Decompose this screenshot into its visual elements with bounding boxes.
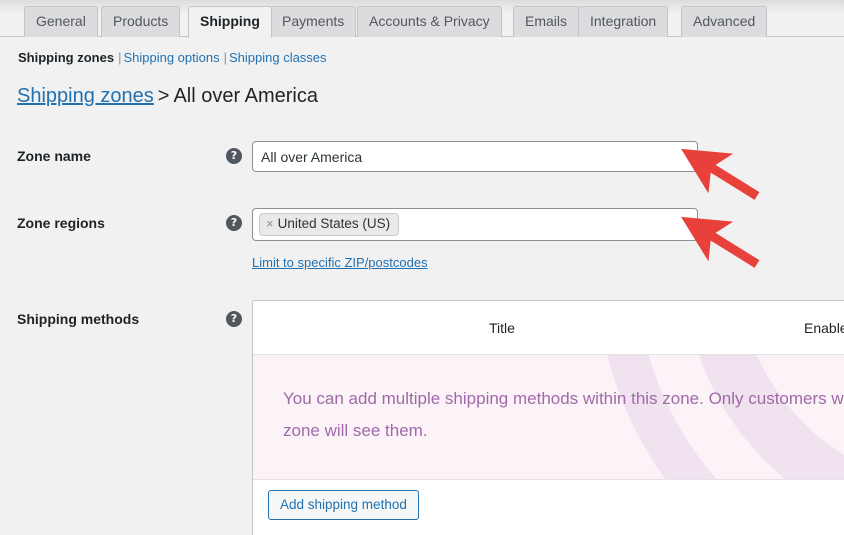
- zone-name-input[interactable]: [252, 141, 698, 172]
- settings-tab-bar: General Products Shipping Payments Accou…: [0, 0, 844, 38]
- tab-general[interactable]: General: [24, 6, 98, 37]
- column-header-enabled: Enabled: [804, 320, 844, 336]
- empty-notice-text: You can add multiple shipping methods wi…: [283, 389, 844, 440]
- tab-shipping[interactable]: Shipping: [188, 6, 272, 38]
- zone-name-help-icon[interactable]: ?: [226, 148, 242, 164]
- arrow-zone-name: [681, 148, 760, 200]
- subnav-item-shipping-zones[interactable]: Shipping zones: [18, 50, 114, 65]
- zone-regions-help-icon[interactable]: ?: [226, 215, 242, 231]
- tab-products[interactable]: Products: [101, 6, 181, 37]
- shipping-methods-label: Shipping methods: [17, 311, 140, 327]
- tab-accounts-privacy[interactable]: Accounts & Privacy: [357, 6, 502, 37]
- subnav-item-shipping-classes[interactable]: Shipping classes: [229, 50, 327, 65]
- shipping-methods-table: Title Enabled You can add multiple shipp…: [252, 300, 844, 535]
- region-tag-remove-icon[interactable]: ×: [266, 216, 274, 231]
- shipping-methods-table-header: Title Enabled: [253, 301, 844, 355]
- shipping-methods-table-footer: Add shipping method: [253, 480, 844, 535]
- column-header-title: Title: [489, 320, 515, 336]
- tab-emails[interactable]: Emails: [513, 6, 580, 37]
- subnav-separator-2: |: [223, 50, 227, 65]
- limit-zip-postcodes-link[interactable]: Limit to specific ZIP/postcodes: [252, 255, 428, 270]
- shipping-subnav: Shipping zones | Shipping options | Shipping…: [18, 50, 327, 65]
- region-tag-united-states[interactable]: × United States (US): [259, 213, 400, 236]
- arrow-zone-regions: [681, 216, 760, 268]
- woocommerce-shipping-zone-page: General Products Shipping Payments Accou…: [0, 0, 844, 535]
- region-tag-label: United States (US): [277, 216, 391, 231]
- subnav-item-shipping-options[interactable]: Shipping options: [123, 50, 219, 65]
- breadcrumb-link-shipping-zones[interactable]: Shipping zones: [17, 85, 154, 107]
- tab-advanced[interactable]: Advanced: [681, 6, 768, 37]
- breadcrumb-separator: >: [157, 85, 170, 107]
- zone-regions-label: Zone regions: [17, 215, 105, 231]
- tab-integration[interactable]: Integration: [578, 6, 669, 37]
- zone-name-label: Zone name: [17, 148, 91, 164]
- subnav-separator-1: |: [118, 50, 122, 65]
- add-shipping-method-button[interactable]: Add shipping method: [268, 490, 419, 520]
- shipping-methods-help-icon[interactable]: ?: [226, 311, 242, 327]
- zone-regions-select[interactable]: × United States (US): [252, 208, 698, 241]
- tab-payments[interactable]: Payments: [270, 6, 357, 37]
- breadcrumb-current-zone: All over America: [173, 85, 318, 107]
- shipping-methods-empty-notice: You can add multiple shipping methods wi…: [253, 355, 844, 480]
- breadcrumb: Shipping zones > All over America: [17, 85, 318, 108]
